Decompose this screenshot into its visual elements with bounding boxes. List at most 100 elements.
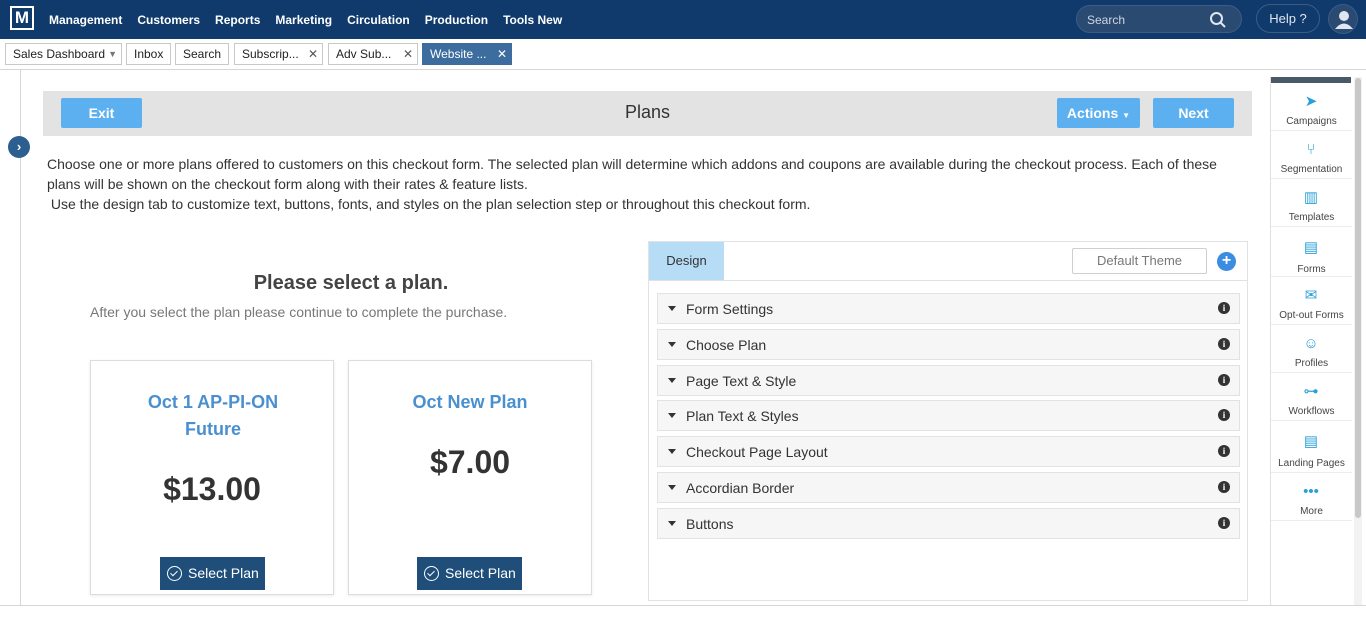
caret-down-icon: ▼ — [1122, 111, 1131, 120]
marketing-sidebar: ➤ Campaigns ⑂ Segmentation ▥ Templates ▤… — [1270, 77, 1352, 605]
info-icon[interactable]: i — [1218, 409, 1230, 421]
tab-website[interactable]: Website ... ✕ — [422, 43, 512, 65]
caret-down-icon — [668, 413, 676, 418]
intro-line-2: Use the design tab to customize text, bu… — [47, 196, 811, 212]
tab-label: Adv Sub... — [336, 47, 392, 61]
tab-subscriptions[interactable]: Subscrip... ✕ — [234, 43, 323, 65]
sidebar-item-opt-out-forms[interactable]: ✉ Opt-out Forms — [1271, 277, 1352, 325]
chevron-down-icon[interactable]: ▼ — [108, 44, 117, 64]
paper-plane-icon: ➤ — [1304, 93, 1318, 110]
close-icon[interactable]: ✕ — [497, 44, 507, 64]
accordion-accordian-border[interactable]: Accordian Border i — [657, 472, 1240, 503]
nav-reports[interactable]: Reports — [215, 13, 260, 27]
landing-pages-icon: ▤ — [1303, 433, 1319, 450]
sidebar-item-profiles[interactable]: ☺ Profiles — [1271, 325, 1352, 373]
optout-forms-icon: ✉ — [1304, 287, 1318, 304]
nav-marketing[interactable]: Marketing — [275, 13, 332, 27]
accordion-buttons[interactable]: Buttons i — [657, 508, 1240, 539]
search-icon[interactable] — [1209, 11, 1227, 29]
sidebar-item-landing-pages[interactable]: ▤ Landing Pages — [1271, 421, 1352, 473]
segmentation-icon: ⑂ — [1306, 141, 1316, 158]
next-button[interactable]: Next — [1153, 98, 1234, 128]
actions-dropdown[interactable]: Actions ▼ — [1057, 98, 1140, 128]
sidebar-item-label: More — [1300, 506, 1323, 517]
nav-management[interactable]: Management — [49, 13, 122, 27]
sidebar-item-segmentation[interactable]: ⑂ Segmentation — [1271, 131, 1352, 179]
tab-label: Website ... — [430, 47, 487, 61]
info-icon[interactable]: i — [1218, 517, 1230, 529]
plan-price: $13.00 — [163, 471, 261, 507]
sidebar-item-more[interactable]: ••• More — [1271, 473, 1352, 521]
accordion-choose-plan[interactable]: Choose Plan i — [657, 329, 1240, 360]
divider — [649, 280, 1247, 281]
add-theme-plus-icon[interactable]: + — [1217, 252, 1236, 271]
templates-icon: ▥ — [1303, 189, 1319, 206]
caret-down-icon — [668, 342, 676, 347]
tab-label: Inbox — [134, 47, 164, 61]
nav-production[interactable]: Production — [425, 13, 488, 27]
close-icon[interactable]: ✕ — [403, 44, 413, 64]
caret-down-icon — [668, 378, 676, 383]
select-plan-button[interactable]: Select Plan — [417, 557, 522, 590]
expand-panel-chevron-icon[interactable]: › — [8, 136, 30, 158]
accordion-form-settings[interactable]: Form Settings i — [657, 293, 1240, 324]
tab-inbox[interactable]: Inbox — [126, 43, 171, 65]
accordion-page-text-style[interactable]: Page Text & Style i — [657, 365, 1240, 396]
sidebar-item-forms[interactable]: ▤ Forms — [1271, 227, 1352, 277]
info-icon[interactable]: i — [1218, 302, 1230, 314]
select-plan-label: Select Plan — [188, 565, 259, 581]
tab-adv-sub[interactable]: Adv Sub... ✕ — [328, 43, 418, 65]
sidebar-item-label: Workflows — [1288, 406, 1335, 417]
select-plan-button[interactable]: Select Plan — [160, 557, 265, 590]
select-plan-label: Select Plan — [445, 565, 516, 581]
info-icon[interactable]: i — [1218, 374, 1230, 386]
accordion-label: Plan Text & Styles — [686, 408, 799, 424]
info-icon[interactable]: i — [1218, 481, 1230, 493]
close-icon[interactable]: ✕ — [308, 44, 318, 64]
plans-heading: Please select a plan. — [253, 272, 449, 294]
accordion-checkout-page-layout[interactable]: Checkout Page Layout i — [657, 436, 1240, 467]
nav-customers[interactable]: Customers — [137, 13, 200, 27]
intro-text: Choose one or more plans offered to cust… — [47, 154, 1247, 214]
sidebar-item-templates[interactable]: ▥ Templates — [1271, 179, 1352, 227]
accordion-label: Choose Plan — [686, 337, 767, 353]
nav-circulation[interactable]: Circulation — [347, 13, 410, 27]
sidebar-item-label: Landing Pages — [1278, 458, 1345, 469]
tab-label: Search — [183, 47, 222, 61]
search-input[interactable]: Search — [1087, 13, 1125, 27]
plan-name: Oct New Plan — [412, 392, 528, 412]
top-navigation-bar: M Management Customers Reports Marketing… — [0, 0, 1366, 39]
tab-design[interactable]: Design — [649, 242, 724, 280]
tab-label: Subscrip... — [242, 47, 299, 61]
caret-down-icon — [668, 449, 676, 454]
plan-price: $7.00 — [429, 444, 511, 480]
accordion-label: Page Text & Style — [686, 373, 797, 389]
sidebar-item-label: Opt-out Forms — [1279, 310, 1344, 321]
scrollbar-thumb[interactable] — [1355, 78, 1361, 518]
wizard-header: Exit Plans Actions ▼ Next — [43, 91, 1252, 136]
forms-icon: ▤ — [1303, 239, 1319, 256]
profiles-icon: ☺ — [1303, 335, 1319, 352]
accordion-label: Checkout Page Layout — [686, 444, 828, 460]
accordion-plan-text-styles[interactable]: Plan Text & Styles i — [657, 400, 1240, 431]
sidebar-item-campaigns[interactable]: ➤ Campaigns — [1271, 83, 1352, 131]
global-search[interactable]: Search — [1076, 5, 1242, 33]
user-avatar[interactable] — [1328, 4, 1358, 34]
sidebar-item-label: Forms — [1297, 264, 1326, 275]
tab-sales-dashboard[interactable]: Sales Dashboard ▼ — [5, 43, 122, 65]
plans-subheading: After you select the plan please continu… — [90, 304, 508, 320]
workflows-icon: ⊶ — [1303, 383, 1319, 400]
help-button[interactable]: Help ? — [1256, 4, 1320, 33]
app-logo[interactable]: M — [10, 6, 34, 30]
check-circle-icon — [424, 566, 439, 581]
info-icon[interactable]: i — [1218, 445, 1230, 457]
info-icon[interactable]: i — [1218, 338, 1230, 350]
user-icon — [1335, 11, 1353, 29]
accordion-label: Accordian Border — [686, 480, 795, 496]
sidebar-item-workflows[interactable]: ⊶ Workflows — [1271, 373, 1352, 421]
tab-label: Sales Dashboard — [13, 47, 106, 61]
theme-select[interactable]: Default Theme — [1072, 248, 1207, 274]
tab-search[interactable]: Search — [175, 43, 229, 65]
sidebar-item-label: Campaigns — [1286, 116, 1337, 127]
nav-tools-new[interactable]: Tools New — [503, 13, 562, 27]
